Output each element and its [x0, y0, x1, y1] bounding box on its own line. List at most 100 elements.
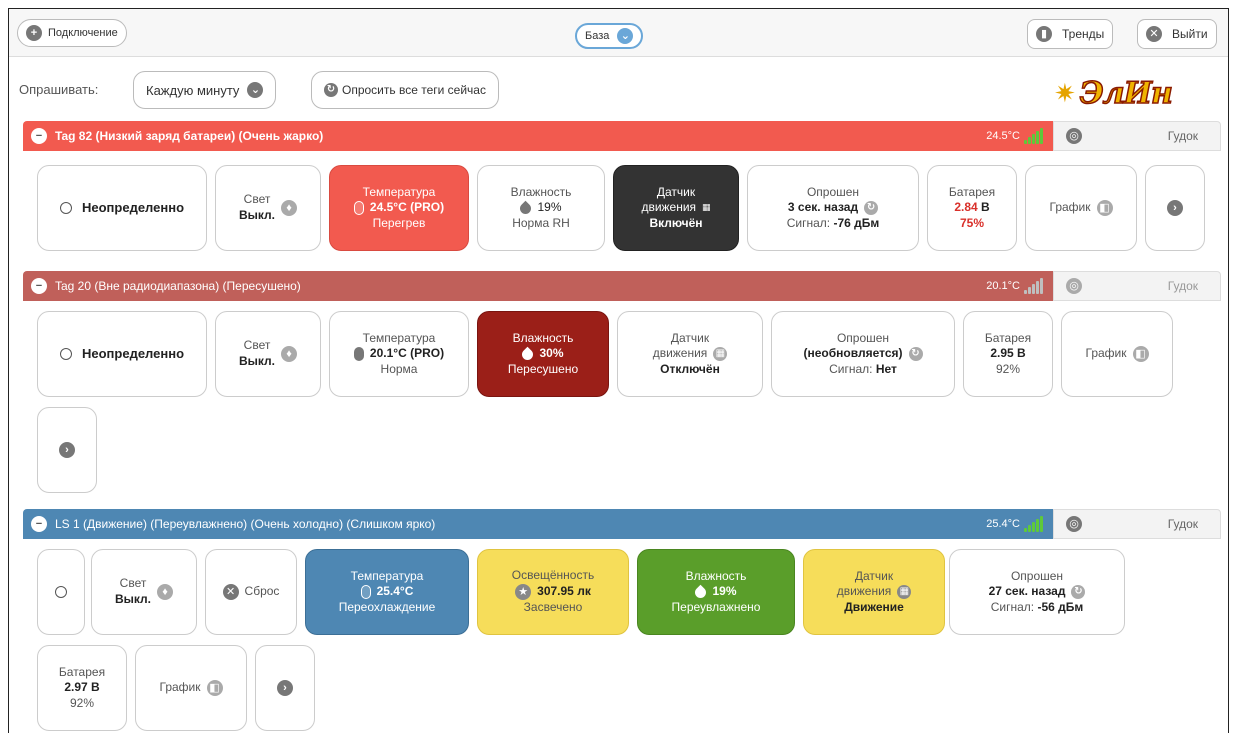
- poll-interval-value: Каждую минуту: [146, 82, 240, 98]
- tag-temperature: 20.1°C: [986, 278, 1043, 294]
- chart-icon: ◧: [206, 680, 223, 696]
- chart-icon: ◧: [1132, 346, 1149, 362]
- polled-card[interactable]: Опрошен 27 сек. назад ↻ Сигнал: -56 дБм: [949, 549, 1125, 635]
- trends-icon: ▮: [1036, 26, 1052, 42]
- chart-icon: ◧: [1096, 200, 1113, 216]
- grid-icon: ▦: [713, 347, 728, 361]
- poll-label: Опрашивать:: [19, 82, 99, 97]
- search-icon: ◎: [1066, 278, 1082, 294]
- thermometer-icon: [360, 585, 371, 599]
- tag-temperature: 24.5°C: [986, 128, 1043, 144]
- state-card[interactable]: Неопределенно: [37, 311, 207, 397]
- tag-header[interactable]: − Tag 20 (Вне радиодиапазона) (Пересушен…: [23, 271, 1053, 301]
- close-icon: ✕: [222, 584, 239, 600]
- battery-card[interactable]: Батарея 2.97 В 92%: [37, 645, 127, 731]
- collapse-icon[interactable]: −: [31, 278, 47, 294]
- humidity-card[interactable]: Влажность 19% Норма RH: [477, 165, 605, 251]
- more-button[interactable]: ›: [1145, 165, 1205, 251]
- tag-header[interactable]: − Tag 82 (Низкий заряд батареи) (Очень ж…: [23, 121, 1053, 151]
- reset-button[interactable]: ✕ Сброс: [205, 549, 297, 635]
- base-dropdown[interactable]: База ⌄: [575, 23, 644, 49]
- signal-strength-icon: [1024, 128, 1043, 144]
- poll-interval-dropdown[interactable]: Каждую минуту ⌄: [133, 71, 277, 109]
- chevron-right-icon: ›: [1167, 200, 1183, 216]
- beep-label: Гудок: [1167, 279, 1198, 293]
- light-card[interactable]: Свет Выкл. ♦: [91, 549, 197, 635]
- bulb-icon: ♦: [157, 584, 174, 600]
- tag-title: Tag 20 (Вне радиодиапазона) (Пересушено): [55, 279, 301, 293]
- top-bar: + Подключение База ⌄ ▮ Тренды ✕ Выйти: [9, 9, 1228, 57]
- more-button[interactable]: ›: [37, 407, 97, 493]
- temperature-card[interactable]: Температура 20.1°C (PRO) Норма: [329, 311, 469, 397]
- beep-button[interactable]: ◎ Гудок: [1053, 271, 1221, 301]
- chevron-down-icon: ⌄: [247, 82, 264, 98]
- refresh-icon: ↻: [1071, 585, 1086, 599]
- temperature-card[interactable]: Температура 24.5°C (PRO) Перегрев: [329, 165, 469, 251]
- connection-label: Подключение: [48, 27, 118, 39]
- chevron-right-icon: ›: [277, 680, 293, 696]
- close-icon: ✕: [1146, 26, 1162, 42]
- more-button[interactable]: ›: [255, 645, 315, 731]
- logout-label: Выйти: [1172, 27, 1208, 41]
- tag-header[interactable]: − LS 1 (Движение) (Переувлажнено) (Очень…: [23, 509, 1053, 539]
- motion-card[interactable]: Датчик движения ▦ Отключён: [617, 311, 763, 397]
- illuminance-card[interactable]: Освещённость ★ 307.95 лк Засвечено: [477, 549, 629, 635]
- beep-button[interactable]: ◎ Гудок: [1053, 121, 1221, 151]
- app-frame: + Подключение База ⌄ ▮ Тренды ✕ Выйти Оп…: [8, 8, 1229, 733]
- beep-button[interactable]: ◎ Гудок: [1053, 509, 1221, 539]
- plus-icon: +: [26, 25, 42, 41]
- star-icon: ★: [515, 584, 532, 600]
- polled-card[interactable]: Опрошен 3 сек. назад ↻ Сигнал: -76 дБм: [747, 165, 919, 251]
- tag-title: Tag 82 (Низкий заряд батареи) (Очень жар…: [55, 129, 324, 143]
- graph-button[interactable]: График ◧: [135, 645, 247, 731]
- search-icon: ◎: [1066, 516, 1082, 532]
- poll-all-button[interactable]: ↻ Опросить все теги сейчас: [311, 71, 499, 109]
- chevron-right-icon: ›: [59, 442, 75, 458]
- tag-title: LS 1 (Движение) (Переувлажнено) (Очень х…: [55, 517, 436, 531]
- chevron-down-icon: ⌄: [617, 28, 634, 44]
- humidity-card[interactable]: Влажность 30% Пересушено: [477, 311, 609, 397]
- light-card[interactable]: Свет Выкл. ♦: [215, 165, 321, 251]
- refresh-icon: ↻: [864, 201, 879, 215]
- refresh-icon: ↻: [324, 83, 338, 97]
- polled-card[interactable]: Опрошен (необновляется) ↻ Сигнал: Нет: [771, 311, 955, 397]
- base-label: База: [585, 30, 610, 42]
- refresh-icon: ↻: [908, 347, 923, 361]
- temperature-card[interactable]: Температура 25.4°C Переохлаждение: [305, 549, 469, 635]
- connection-button[interactable]: + Подключение: [17, 19, 127, 47]
- drop-icon: [518, 200, 534, 216]
- tag-temperature: 25.4°C: [986, 516, 1043, 532]
- company-logo: ✷ ЭлИн: [1054, 75, 1222, 112]
- grid-icon: ▦: [897, 585, 912, 599]
- state-card[interactable]: Неопределенно: [37, 165, 207, 251]
- graph-button[interactable]: График ◧: [1061, 311, 1173, 397]
- collapse-icon[interactable]: −: [31, 516, 47, 532]
- poll-all-label: Опросить все теги сейчас: [342, 83, 486, 97]
- drop-icon: [520, 346, 536, 362]
- bulb-icon: ♦: [281, 200, 298, 216]
- thermometer-icon: [353, 201, 364, 215]
- bulb-icon: ♦: [281, 346, 298, 362]
- state-card[interactable]: [37, 549, 85, 635]
- graph-button[interactable]: График ◧: [1025, 165, 1137, 251]
- beep-label: Гудок: [1167, 129, 1198, 143]
- radio-icon: [55, 586, 67, 598]
- thermometer-icon: [353, 347, 364, 361]
- poll-bar: Опрашивать: Каждую минуту ⌄ ↻ Опросить в…: [9, 67, 1228, 115]
- logo-text: ЭлИн: [1079, 75, 1174, 112]
- humidity-card[interactable]: Влажность 19% Переувлажнено: [637, 549, 795, 635]
- beep-label: Гудок: [1167, 517, 1198, 531]
- light-card[interactable]: Свет Выкл. ♦: [215, 311, 321, 397]
- radio-icon: [59, 347, 72, 360]
- trends-button[interactable]: ▮ Тренды: [1027, 19, 1114, 49]
- grid-icon: ▦: [702, 202, 711, 213]
- trends-label: Тренды: [1062, 27, 1105, 41]
- collapse-icon[interactable]: −: [31, 128, 47, 144]
- motion-card[interactable]: Датчик движения ▦ Движение: [803, 549, 945, 635]
- sun-icon: ✷: [1054, 78, 1076, 108]
- drop-icon: [693, 584, 709, 600]
- battery-card[interactable]: Батарея 2.95 В 92%: [963, 311, 1053, 397]
- battery-card[interactable]: Батарея 2.84 В 75%: [927, 165, 1017, 251]
- motion-card[interactable]: Датчик движения ▦ Включён: [613, 165, 739, 251]
- logout-button[interactable]: ✕ Выйти: [1137, 19, 1217, 49]
